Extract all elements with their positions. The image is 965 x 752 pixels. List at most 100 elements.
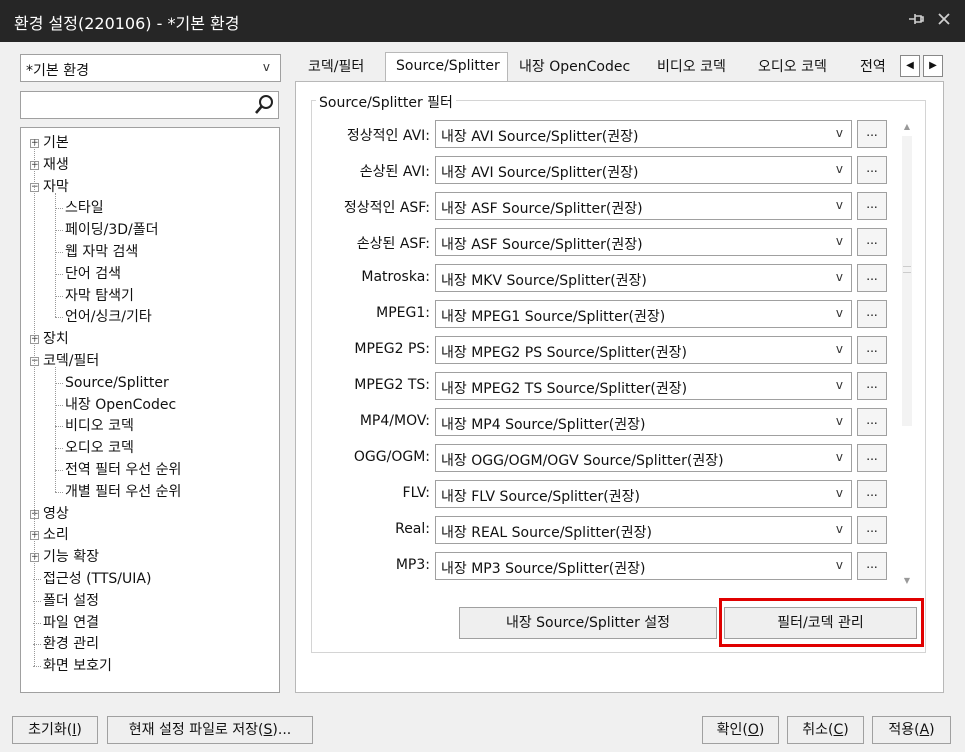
browse-button[interactable]: ... (857, 372, 887, 400)
tab-1[interactable]: Source/Splitter (385, 52, 508, 82)
title-bar[interactable]: 환경 설정(220106) - *기본 환경 (0, 0, 965, 42)
ok-label: 확인( (716, 722, 748, 738)
tree-item-15[interactable]: 전역 필터 우선 순위 (55, 460, 181, 480)
vertical-scrollbar[interactable]: ▲ ▼ (900, 120, 914, 588)
apply-button[interactable]: 적용(A) (872, 716, 951, 744)
tree-item-label: 재생 (43, 156, 69, 173)
chevron-down-icon: v (835, 342, 843, 356)
pin-icon[interactable] (904, 9, 928, 33)
row-label: MP3: (395, 557, 430, 573)
tree-item-22[interactable]: 파일 연결 (33, 613, 99, 633)
scroll-thumb[interactable] (902, 136, 912, 426)
browse-button[interactable]: ... (857, 264, 887, 292)
row-label: 정상적인 ASF: (343, 200, 430, 216)
close-icon[interactable] (932, 9, 956, 33)
tab-scroll-right-icon[interactable]: ▶ (923, 55, 943, 77)
tree-item-label: 화면 보호기 (43, 658, 112, 675)
splitter-select[interactable]: 내장 MP4 Source/Splitter(권장) v (435, 408, 852, 436)
browse-button[interactable]: ... (857, 516, 887, 544)
chevron-down-icon: v (835, 450, 843, 464)
tree-item-4[interactable]: 페이딩/3D/폴더 (55, 220, 159, 240)
tree-item-12[interactable]: 내장 OpenCodec (55, 395, 176, 415)
tab-4[interactable]: 오디오 코덱 (750, 54, 835, 81)
splitter-select-value: 내장 REAL Source/Splitter(권장) (441, 525, 652, 541)
tree-connector (55, 230, 63, 232)
tree-item-label: 폴더 설정 (43, 592, 99, 609)
browse-button[interactable]: ... (857, 300, 887, 328)
splitter-select[interactable]: 내장 REAL Source/Splitter(권장) v (435, 516, 852, 544)
tree-item-24[interactable]: 화면 보호기 (33, 656, 112, 676)
splitter-select-value: 내장 MP3 Source/Splitter(권장) (441, 561, 646, 577)
group-title: Source/Splitter 필터 (316, 92, 456, 112)
tree-item-10[interactable]: − 코덱/필터 (30, 351, 99, 371)
tree-item-8[interactable]: 언어/싱크/기타 (55, 307, 152, 327)
splitter-settings-button[interactable]: 내장 Source/Splitter 설정 (459, 607, 717, 639)
tree-item-23[interactable]: 환경 관리 (33, 634, 99, 654)
reset-button[interactable]: 초기화(I) (12, 716, 98, 744)
tree-item-16[interactable]: 개별 필터 우선 순위 (55, 482, 181, 502)
tree-item-9[interactable]: + 장치 (30, 329, 69, 349)
browse-button[interactable]: ... (857, 480, 887, 508)
splitter-select-value: 내장 AVI Source/Splitter(권장) (441, 129, 639, 145)
tree-item-21[interactable]: 폴더 설정 (33, 591, 99, 611)
preferences-window: 환경 설정(220106) - *기본 환경 *기본 환경 v + 기본 + 재생 − 자… (0, 0, 965, 752)
browse-button[interactable]: ... (857, 336, 887, 364)
tree-item-3[interactable]: 스타일 (55, 198, 104, 218)
tree-item-17[interactable]: + 영상 (30, 504, 69, 524)
save-settings-file-button[interactable]: 현재 설정 파일로 저장(S)... (107, 716, 313, 744)
tree-item-6[interactable]: 단어 검색 (55, 264, 121, 284)
tree-item-0[interactable]: + 기본 (30, 133, 69, 153)
splitter-select[interactable]: 내장 AVI Source/Splitter(권장) v (435, 120, 852, 148)
tree-connector (55, 208, 63, 210)
splitter-select[interactable]: 내장 MPEG2 TS Source/Splitter(권장) v (435, 372, 852, 400)
browse-button[interactable]: ... (857, 552, 887, 580)
scroll-up-icon[interactable]: ▲ (900, 120, 914, 134)
tree-item-18[interactable]: + 소리 (30, 525, 69, 545)
tree-item-label: 기본 (43, 135, 69, 151)
tree-item-1[interactable]: + 재생 (30, 155, 69, 175)
cancel-button[interactable]: 취소(C) (787, 716, 864, 744)
row-label: 정상적인 AVI: (346, 128, 430, 144)
tree-item-14[interactable]: 오디오 코덱 (55, 438, 134, 458)
tab-0[interactable]: 코덱/필터 (300, 54, 372, 81)
splitter-select[interactable]: 내장 ASF Source/Splitter(권장) v (435, 192, 852, 220)
browse-button[interactable]: ... (857, 444, 887, 472)
scroll-down-icon[interactable]: ▼ (900, 574, 914, 588)
tree-item-11[interactable]: Source/Splitter (55, 373, 169, 393)
highlight-box (719, 598, 924, 647)
browse-button[interactable]: ... (857, 228, 887, 256)
splitter-select[interactable]: 내장 MPEG1 Source/Splitter(권장) v (435, 300, 852, 328)
profile-select[interactable]: *기본 환경 v (20, 54, 281, 82)
tab-3[interactable]: 비디오 코덱 (649, 54, 734, 81)
search-icon[interactable] (252, 93, 276, 117)
search-input[interactable] (20, 91, 279, 119)
row-label: MP4/MOV: (359, 413, 430, 429)
tree-item-20[interactable]: 접근성 (TTS/UIA) (33, 569, 151, 589)
tree-item-label: 웹 자막 검색 (65, 244, 139, 260)
row-label: 손상된 ASF: (356, 236, 430, 252)
tree-item-13[interactable]: 비디오 코덱 (55, 416, 134, 436)
splitter-select[interactable]: 내장 MKV Source/Splitter(권장) v (435, 264, 852, 292)
splitter-select[interactable]: 내장 FLV Source/Splitter(권장) v (435, 480, 852, 508)
splitter-select[interactable]: 내장 AVI Source/Splitter(권장) v (435, 156, 852, 184)
splitter-select[interactable]: 내장 MP3 Source/Splitter(권장) v (435, 552, 852, 580)
tab-5[interactable]: 전역 (852, 54, 894, 81)
tree-item-19[interactable]: + 기능 확장 (30, 547, 99, 567)
browse-button[interactable]: ... (857, 156, 887, 184)
tree-item-5[interactable]: 웹 자막 검색 (55, 242, 139, 262)
browse-button[interactable]: ... (857, 192, 887, 220)
tab-2[interactable]: 내장 OpenCodec (511, 54, 638, 81)
cancel-label-end: ) (843, 722, 849, 738)
tree-item-7[interactable]: 자막 탐색기 (55, 286, 134, 306)
splitter-select[interactable]: 내장 OGG/OGM/OGV Source/Splitter(권장) v (435, 444, 852, 472)
splitter-select[interactable]: 내장 ASF Source/Splitter(권장) v (435, 228, 852, 256)
settings-tree[interactable]: + 기본 + 재생 − 자막 스타일 페이딩/3D/폴더 웹 자막 검색 단어 검색 자막 탐색기 언… (20, 127, 280, 693)
ok-button[interactable]: 확인(O) (702, 716, 779, 744)
tree-item-label: 기능 확장 (43, 549, 99, 566)
apply-label: 적용( (888, 722, 920, 738)
chevron-down-icon: v (262, 60, 270, 74)
splitter-select[interactable]: 내장 MPEG2 PS Source/Splitter(권장) v (435, 336, 852, 364)
tab-scroll-left-icon[interactable]: ◀ (900, 55, 920, 77)
browse-button[interactable]: ... (857, 120, 887, 148)
browse-button[interactable]: ... (857, 408, 887, 436)
